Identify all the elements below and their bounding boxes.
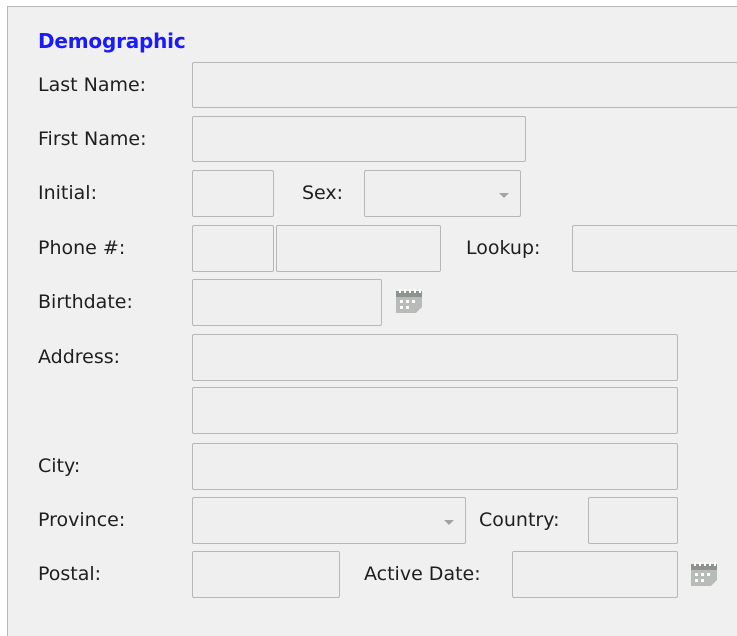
initial-label: Initial: xyxy=(38,182,97,204)
sex-label: Sex: xyxy=(302,182,344,204)
country-field[interactable] xyxy=(588,497,678,544)
calendar-icon[interactable] xyxy=(394,287,424,313)
country-label: Country: xyxy=(479,509,560,531)
birthdate-field[interactable] xyxy=(192,279,382,326)
address-line1-field[interactable] xyxy=(192,334,678,381)
city-field[interactable] xyxy=(192,443,678,490)
active-date-field[interactable] xyxy=(512,551,678,598)
initial-field[interactable] xyxy=(192,170,274,217)
section-title: Demographic xyxy=(38,29,186,53)
first-name-label: First Name: xyxy=(38,128,147,150)
phone-area-code-field[interactable] xyxy=(192,225,274,272)
active-date-label: Active Date: xyxy=(364,563,481,585)
postal-label: Postal: xyxy=(38,563,102,585)
chevron-down-icon xyxy=(444,519,454,525)
last-name-label: Last Name: xyxy=(38,74,147,96)
lookup-label: Lookup: xyxy=(466,237,541,259)
calendar-icon[interactable] xyxy=(689,560,719,586)
first-name-field[interactable] xyxy=(192,116,526,162)
province-label: Province: xyxy=(38,509,126,531)
province-select[interactable] xyxy=(192,497,466,544)
chevron-down-icon xyxy=(499,192,509,198)
address-label: Address: xyxy=(38,346,121,368)
address-line2-field[interactable] xyxy=(192,387,678,434)
city-label: City: xyxy=(38,455,81,477)
phone-number-field[interactable] xyxy=(276,225,441,272)
postal-field[interactable] xyxy=(192,551,340,598)
last-name-field[interactable] xyxy=(192,62,737,108)
birthdate-label: Birthdate: xyxy=(38,291,133,313)
phone-label: Phone #: xyxy=(38,237,126,259)
sex-select[interactable] xyxy=(364,170,521,217)
lookup-field[interactable] xyxy=(572,225,737,272)
